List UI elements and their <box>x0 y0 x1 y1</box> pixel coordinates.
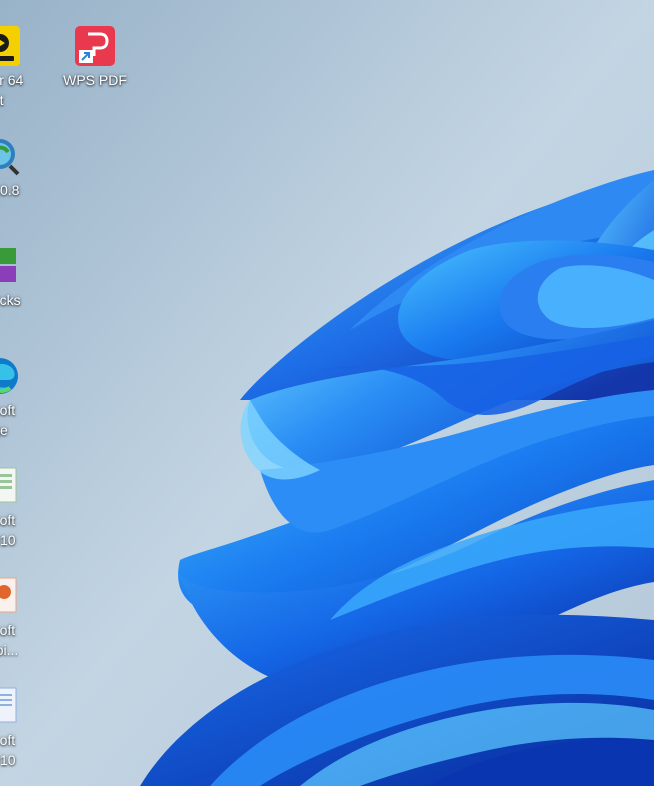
desktop-icon-kmplayer[interactable]: ayer 64 it <box>0 26 40 110</box>
desktop-icon-label: Blocks <box>0 292 21 308</box>
desktop-icon-word-2010[interactable]: osoft 2010 <box>0 686 40 770</box>
desktop-icon-label: ayer 64 it <box>0 72 24 108</box>
kmplayer-icon <box>0 26 20 66</box>
desktop-icon-label: osoft 2010 <box>0 512 16 548</box>
powerpoint-icon <box>0 576 20 616</box>
wps-pdf-icon <box>75 26 115 66</box>
desktop-icon-label: osoft ge <box>0 402 16 438</box>
magnifier-globe-icon <box>0 136 20 176</box>
desktop-icon-label: p 10.8 <box>0 182 20 198</box>
desktop-icon-powerpoint[interactable]: osoft rPoi... <box>0 576 40 660</box>
desktop-icon-blocks[interactable]: Blocks <box>0 246 40 310</box>
word-icon <box>0 686 20 726</box>
desktop-icon-wps-pdf[interactable]: WPS PDF <box>55 26 135 90</box>
desktop-wallpaper <box>0 0 654 786</box>
blocks-icon <box>0 246 20 286</box>
edge-icon <box>0 356 20 396</box>
desktop-icon-label: osoft rPoi... <box>0 622 19 658</box>
desktop-icon-label: osoft 2010 <box>0 732 16 768</box>
excel-icon <box>0 466 20 506</box>
desktop-icon-label: WPS PDF <box>63 72 127 88</box>
desktop-icon-excel-2010[interactable]: osoft 2010 <box>0 466 40 550</box>
desktop-icon-microsoft-edge[interactable]: osoft ge <box>0 356 40 440</box>
desktop-icon-app-10-8[interactable]: p 10.8 <box>0 136 40 200</box>
